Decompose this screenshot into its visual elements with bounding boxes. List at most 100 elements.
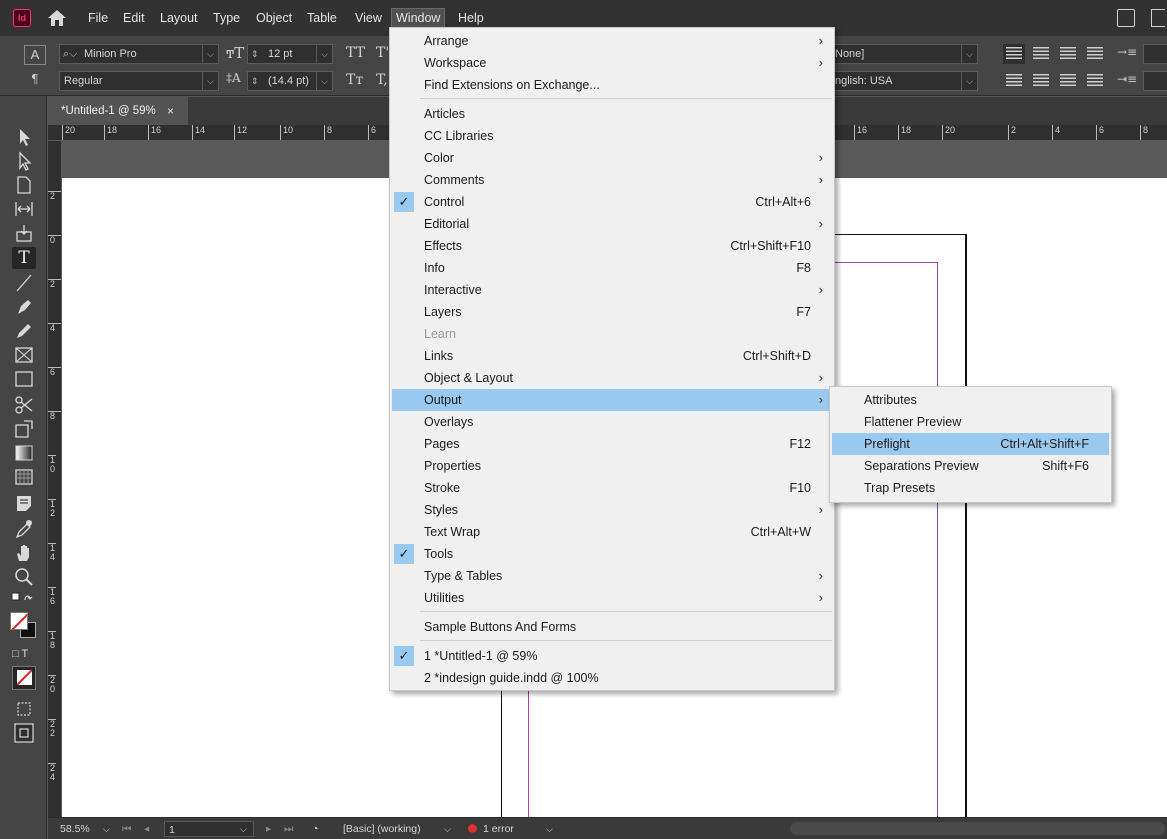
menu-item-find-extensions-on-exchange[interactable]: Find Extensions on Exchange... <box>392 74 832 96</box>
open-document-icon[interactable]: ◔ <box>312 821 318 837</box>
menu-item-properties[interactable]: Properties <box>392 455 832 477</box>
stepper-icon[interactable]: ⇕ <box>251 45 259 63</box>
screen-mode-icon[interactable] <box>12 722 36 744</box>
align-center-icon[interactable] <box>1033 47 1049 61</box>
eyedropper-tool-icon[interactable] <box>12 518 36 540</box>
fill-stroke-swatch[interactable] <box>10 612 36 640</box>
scissors-tool-icon[interactable] <box>12 394 36 416</box>
menu-object[interactable]: Object <box>252 8 296 28</box>
menu-item-pages[interactable]: Pages F12 <box>392 433 832 455</box>
justify-right-icon[interactable] <box>1060 74 1076 88</box>
small-caps-button[interactable]: Tт <box>346 72 363 88</box>
justify-left-icon[interactable] <box>1006 74 1022 88</box>
menu-item-text-wrap[interactable]: Text Wrap Ctrl+Alt+W <box>392 521 832 543</box>
menu-edit[interactable]: Edit <box>119 8 149 28</box>
horizontal-scrollbar[interactable] <box>790 822 1165 835</box>
menu-item-overlays[interactable]: Overlays <box>392 411 832 433</box>
menu-window[interactable]: Window <box>391 8 446 28</box>
type-tool-icon[interactable]: T <box>12 247 36 269</box>
pencil-tool-icon[interactable] <box>12 320 36 342</box>
language-field[interactable]: nglish: USA ⌵ <box>830 71 978 91</box>
free-transform-tool-icon[interactable] <box>12 418 36 440</box>
paragraph-mode-icon[interactable]: ¶ <box>31 72 39 86</box>
next-page-icon[interactable]: ▸ <box>266 821 271 837</box>
content-collector-tool-icon[interactable] <box>12 222 36 244</box>
chevron-down-icon[interactable]: ⌵ <box>103 821 110 837</box>
first-page-icon[interactable]: ⏮ <box>122 821 131 837</box>
chevron-down-icon[interactable]: ⌵ <box>316 72 332 90</box>
first-line-indent-field[interactable] <box>1143 71 1167 91</box>
default-fill-stroke-icon[interactable] <box>12 591 36 613</box>
gradient-feather-tool-icon[interactable] <box>12 466 36 488</box>
menu-item-comments[interactable]: Comments › <box>392 169 832 191</box>
note-tool-icon[interactable] <box>12 492 36 514</box>
font-size-field[interactable]: ⇕ 12 pt ⌵ <box>247 44 333 64</box>
menu-item-layers[interactable]: Layers F7 <box>392 301 832 323</box>
justify-all-icon[interactable] <box>1087 74 1103 88</box>
menu-item-trap-presets[interactable]: Trap Presets <box>832 477 1109 499</box>
page-tool-icon[interactable] <box>12 174 36 196</box>
gradient-swatch-tool-icon[interactable] <box>12 442 36 464</box>
superscript-button[interactable]: T' <box>376 45 389 61</box>
menu-item-color[interactable]: Color › <box>392 147 832 169</box>
menu-item-utilities[interactable]: Utilities › <box>392 587 832 609</box>
menu-file[interactable]: File <box>84 8 112 28</box>
menu-item-separations-preview[interactable]: Separations Preview Shift+F6 <box>832 455 1109 477</box>
apply-none-icon[interactable] <box>12 666 36 690</box>
preflight-profile[interactable]: [Basic] (working) <box>343 821 421 837</box>
menu-item-interactive[interactable]: Interactive › <box>392 279 832 301</box>
zoom-level[interactable]: 58.5% <box>60 821 90 837</box>
menu-item-output[interactable]: Output › <box>392 389 832 411</box>
previous-page-icon[interactable]: ◂ <box>144 821 149 837</box>
chevron-down-icon[interactable]: ⌵ <box>202 45 218 63</box>
menu-item-2-indesign-guide-indd-100[interactable]: 2 *indesign guide.indd @ 100% <box>392 667 832 689</box>
hand-tool-icon[interactable] <box>12 542 36 564</box>
pen-tool-icon[interactable] <box>12 296 36 318</box>
share-icon[interactable] <box>1117 9 1135 27</box>
chevron-down-icon[interactable]: ⌵ <box>961 72 977 90</box>
menu-item-articles[interactable]: Articles <box>392 103 832 125</box>
menu-table[interactable]: Table <box>303 8 341 28</box>
character-style-field[interactable]: None] ⌵ <box>830 44 978 64</box>
menu-item-object-layout[interactable]: Object & Layout › <box>392 367 832 389</box>
window-arrange-icon[interactable] <box>1151 9 1165 27</box>
menu-item-links[interactable]: Links Ctrl+Shift+D <box>392 345 832 367</box>
menu-layout[interactable]: Layout <box>156 8 202 28</box>
chevron-down-icon[interactable]: ⌵ <box>202 72 218 90</box>
zoom-tool-icon[interactable] <box>12 566 36 588</box>
menu-view[interactable]: View <box>351 8 386 28</box>
menu-item-stroke[interactable]: Stroke F10 <box>392 477 832 499</box>
rectangle-tool-icon[interactable] <box>12 368 36 390</box>
chevron-down-icon[interactable]: ⌵ <box>444 821 451 837</box>
align-left-icon[interactable] <box>1003 44 1025 64</box>
menu-item-flattener-preview[interactable]: Flattener Preview <box>832 411 1109 433</box>
menu-help[interactable]: Help <box>454 8 488 28</box>
menu-item-type-tables[interactable]: Type & Tables › <box>392 565 832 587</box>
left-indent-field[interactable] <box>1143 44 1167 64</box>
leading-field[interactable]: ⇕ (14.4 pt) ⌵ <box>247 71 333 91</box>
line-tool-icon[interactable] <box>12 272 36 294</box>
align-towards-spine-icon[interactable] <box>1087 47 1103 61</box>
justify-center-icon[interactable] <box>1033 74 1049 88</box>
menu-item-sample-buttons-and-forms[interactable]: Sample Buttons And Forms <box>392 616 832 638</box>
chevron-down-icon[interactable]: ⌵ <box>546 821 553 837</box>
menu-item-styles[interactable]: Styles › <box>392 499 832 521</box>
preflight-status[interactable]: 1 error <box>468 821 514 837</box>
character-mode-icon[interactable]: A <box>24 45 46 65</box>
menu-item-effects[interactable]: Effects Ctrl+Shift+F10 <box>392 235 832 257</box>
normal-view-mode-icon[interactable] <box>12 698 36 720</box>
all-caps-button[interactable]: TT <box>346 45 365 61</box>
chevron-down-icon[interactable]: ⌵ <box>240 821 247 837</box>
chevron-down-icon[interactable]: ⌵ <box>316 45 332 63</box>
menu-item-attributes[interactable]: Attributes <box>832 389 1109 411</box>
selection-tool-icon[interactable] <box>12 126 36 148</box>
menu-item-preflight[interactable]: Preflight Ctrl+Alt+Shift+F <box>832 433 1109 455</box>
last-page-icon[interactable]: ⏭ <box>284 821 293 837</box>
menu-item-arrange[interactable]: Arrange › <box>392 30 832 52</box>
menu-item-workspace[interactable]: Workspace › <box>392 52 832 74</box>
stepper-icon[interactable]: ⇕ <box>251 72 259 90</box>
font-style-field[interactable]: Regular ⌵ <box>59 71 219 91</box>
menu-item-control[interactable]: ✓ Control Ctrl+Alt+6 <box>392 191 832 213</box>
direct-selection-tool-icon[interactable] <box>12 150 36 172</box>
menu-item-editorial[interactable]: Editorial › <box>392 213 832 235</box>
